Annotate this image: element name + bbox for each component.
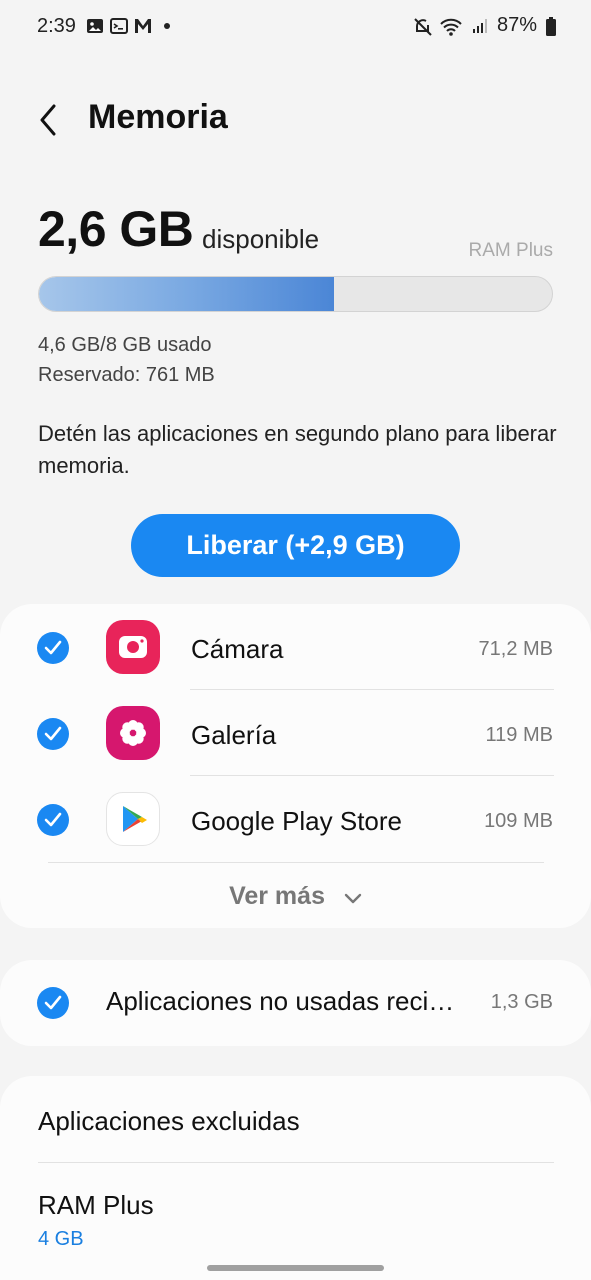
checkbox-checked-icon[interactable] bbox=[37, 632, 69, 664]
memory-usage-details: 4,6 GB/8 GB usado Reservado: 761 MB bbox=[38, 330, 215, 390]
checkbox-checked-icon[interactable] bbox=[37, 718, 69, 750]
google-play-icon bbox=[106, 792, 160, 846]
used-memory-text: 4,6 GB/8 GB usado bbox=[38, 334, 212, 356]
description-text: Detén las aplicaciones en segundo plano … bbox=[38, 421, 557, 478]
chevron-down-icon bbox=[344, 883, 362, 912]
app-name: Galería bbox=[191, 720, 277, 750]
excluded-apps-item[interactable]: Aplicaciones excluidas bbox=[38, 1106, 300, 1137]
see-more-label: Ver más bbox=[229, 882, 325, 910]
status-bar: 2:39 87% bbox=[0, 0, 591, 56]
mute-icon bbox=[413, 17, 432, 36]
gallery-flower-icon bbox=[106, 706, 160, 760]
list-item-galeria[interactable]: Galería 119 MB bbox=[0, 690, 591, 776]
battery-icon bbox=[545, 16, 557, 36]
free-memory-button[interactable]: Liberar (+2,9 GB) bbox=[131, 514, 460, 577]
ram-plus-item-value: 4 GB bbox=[38, 1228, 84, 1250]
checkbox-checked-icon[interactable] bbox=[37, 987, 69, 1019]
divider bbox=[38, 1162, 554, 1163]
screen-notification-icon bbox=[110, 17, 128, 35]
list-item-camara[interactable]: Cámara 71,2 MB bbox=[0, 604, 591, 690]
more-notifications-dot-icon bbox=[164, 23, 170, 29]
app-size: 109 MB bbox=[484, 810, 553, 832]
page-header: Memoria bbox=[0, 90, 591, 150]
image-notification-icon bbox=[86, 17, 104, 35]
see-more-button[interactable]: Ver más bbox=[0, 882, 591, 912]
app-size: 71,2 MB bbox=[478, 638, 553, 660]
available-memory-value: 2,6 GB bbox=[38, 201, 194, 257]
signal-icon bbox=[471, 17, 489, 35]
camera-icon bbox=[106, 620, 160, 674]
m-app-notification-icon bbox=[134, 17, 152, 35]
ram-plus-link[interactable]: RAM Plus bbox=[469, 240, 553, 262]
app-name: Google Play Store bbox=[191, 806, 403, 836]
navigation-gesture-handle[interactable] bbox=[207, 1265, 384, 1271]
back-arrow-icon[interactable] bbox=[34, 100, 64, 140]
memory-usage-bar-fill bbox=[39, 277, 334, 311]
wifi-icon bbox=[439, 17, 463, 36]
available-memory-label: disponible bbox=[202, 224, 320, 254]
status-time: 2:39 bbox=[37, 15, 76, 37]
unused-apps-label: Aplicaciones no usadas reci… bbox=[106, 986, 455, 1016]
apps-card: Cámara 71,2 MB Galería 119 MB Google Pla… bbox=[0, 604, 591, 928]
app-size: 119 MB bbox=[485, 724, 553, 746]
unused-apps-size: 1,3 GB bbox=[490, 991, 553, 1013]
memory-usage-bar bbox=[38, 276, 553, 312]
unused-apps-card[interactable]: Aplicaciones no usadas reci… 1,3 GB bbox=[0, 960, 591, 1046]
system-status-icons: 87% bbox=[413, 14, 557, 37]
list-item-google-play-store[interactable]: Google Play Store 109 MB bbox=[0, 776, 591, 862]
battery-percent: 87% bbox=[496, 14, 537, 36]
divider bbox=[48, 862, 544, 863]
checkbox-checked-icon[interactable] bbox=[37, 804, 69, 836]
ram-plus-item-label[interactable]: RAM Plus bbox=[38, 1190, 154, 1221]
reserved-memory-text: Reservado: 761 MB bbox=[38, 364, 215, 386]
page-title: Memoria bbox=[88, 98, 228, 136]
settings-card: Aplicaciones excluidas RAM Plus 4 GB bbox=[0, 1076, 591, 1280]
notification-icons bbox=[86, 17, 170, 35]
app-name: Cámara bbox=[191, 634, 284, 664]
